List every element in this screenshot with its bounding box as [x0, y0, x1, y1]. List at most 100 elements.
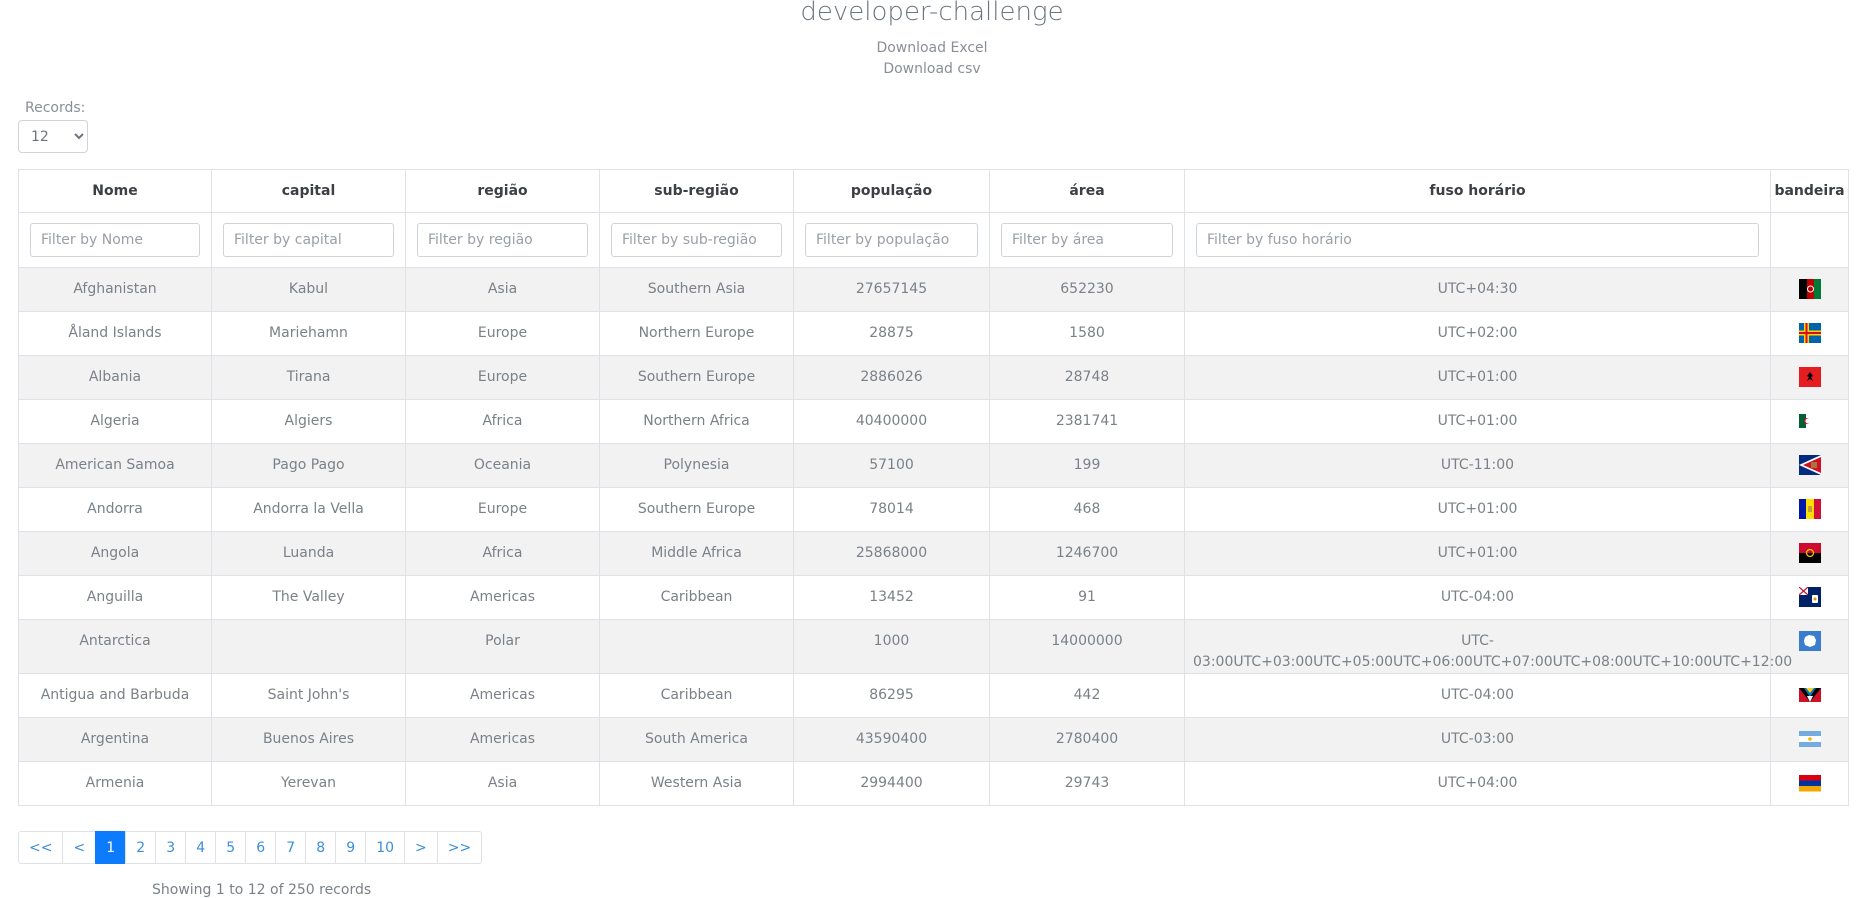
filter-nome-input[interactable] [30, 223, 200, 257]
page-button[interactable]: 2 [125, 831, 157, 864]
cell-populacao: 78014 [793, 487, 990, 532]
column-header-area[interactable]: área [989, 169, 1185, 213]
cell-fuso: UTC-04:00 [1184, 673, 1771, 718]
flag-antigua-icon [1798, 685, 1821, 705]
table-row: Afghanistan Kabul Asia Southern Asia 2765714… [18, 267, 1849, 312]
flag-anguilla-icon [1798, 586, 1821, 607]
cell-nome: Argentina [18, 717, 212, 762]
page-button[interactable]: 7 [275, 831, 307, 864]
records-select[interactable]: 12 [18, 120, 88, 153]
cell-nome: American Samoa [18, 443, 212, 488]
cell-populacao: 40400000 [793, 399, 990, 444]
cell-bandeira [1770, 761, 1849, 806]
cell-bandeira [1770, 717, 1849, 762]
page-title: developer-challenge [800, 0, 1064, 27]
table-row: Albania Tirana Europe Southern Europe 288602… [18, 355, 1849, 400]
filter-subregiao-input[interactable] [611, 223, 782, 257]
flag-andorra-icon [1798, 499, 1821, 519]
download-excel-link[interactable]: Download Excel [0, 38, 1864, 59]
cell-area: 91 [989, 575, 1185, 620]
flag-aland-icon [1798, 323, 1821, 343]
page-button[interactable]: 6 [245, 831, 277, 864]
cell-area: 468 [989, 487, 1185, 532]
cell-populacao: 86295 [793, 673, 990, 718]
cell-fuso: UTC-04:00 [1184, 575, 1771, 620]
column-header-subregiao[interactable]: sub-região [599, 169, 794, 213]
cell-area: 1246700 [989, 531, 1185, 576]
cell-capital: Tirana [211, 355, 406, 400]
cell-regiao: Americas [405, 717, 600, 762]
table-row: Angola Luanda Africa Middle Africa 25868000 1… [18, 531, 1849, 576]
table-row: Armenia Yerevan Asia Western Asia 2994400 297… [18, 761, 1849, 806]
downloads: Download Excel Download csv [0, 38, 1864, 80]
cell-nome: Algeria [18, 399, 212, 444]
filter-capital-input[interactable] [223, 223, 394, 257]
cell-fuso: UTC+01:00 [1184, 355, 1771, 400]
filter-fuso-input[interactable] [1196, 223, 1759, 257]
page-button[interactable]: 8 [305, 831, 337, 864]
cell-bandeira [1770, 575, 1849, 620]
flag-argentina-icon [1798, 729, 1821, 749]
column-header-fuso[interactable]: fuso horário [1184, 169, 1771, 213]
column-header-populacao[interactable]: população [793, 169, 990, 213]
filter-populacao-input[interactable] [805, 223, 978, 257]
page-button[interactable]: 10 [365, 831, 406, 864]
column-header-regiao[interactable]: região [405, 169, 600, 213]
cell-subregiao: Southern Asia [599, 267, 794, 312]
table-row: Argentina Buenos Aires Americas South Ameri… [18, 717, 1849, 762]
cell-fuso: UTC-03:00 [1184, 717, 1771, 762]
cell-nome: Antigua and Barbuda [18, 673, 212, 718]
cell-populacao: 43590400 [793, 717, 990, 762]
cell-regiao: Africa [405, 399, 600, 444]
page-button[interactable]: << [18, 831, 64, 864]
page-button[interactable]: < [62, 831, 97, 864]
flag-american-samoa-icon [1798, 455, 1821, 475]
cell-regiao: Americas [405, 575, 600, 620]
cell-capital: Andorra la Vella [211, 487, 406, 532]
cell-populacao: 27657145 [793, 267, 990, 312]
cell-subregiao: Caribbean [599, 575, 794, 620]
cell-populacao: 2886026 [793, 355, 990, 400]
cell-fuso: UTC-11:00 [1184, 443, 1771, 488]
cell-subregiao: Polynesia [599, 443, 794, 488]
cell-capital: Buenos Aires [211, 717, 406, 762]
filter-regiao-input[interactable] [417, 223, 588, 257]
cell-nome: Angola [18, 531, 212, 576]
cell-subregiao: South America [599, 717, 794, 762]
page-button[interactable]: 4 [185, 831, 217, 864]
page-button[interactable]: > [404, 831, 438, 864]
cell-regiao: Americas [405, 673, 600, 718]
column-header-nome[interactable]: Nome [18, 169, 212, 213]
page-button[interactable]: 9 [335, 831, 367, 864]
column-header-capital[interactable]: capital [211, 169, 406, 213]
cell-capital: Saint John's [211, 673, 406, 718]
cell-capital: Luanda [211, 531, 406, 576]
cell-fuso: UTC+04:00 [1184, 761, 1771, 806]
cell-area: 2780400 [989, 717, 1185, 762]
page-button[interactable]: 5 [215, 831, 247, 864]
cell-subregiao: Southern Europe [599, 355, 794, 400]
page-button[interactable]: 1 [95, 831, 127, 864]
cell-bandeira [1770, 267, 1849, 312]
cell-fuso: UTC+01:00 [1184, 399, 1771, 444]
flag-armenia-icon [1798, 773, 1821, 793]
filter-area-input[interactable] [1001, 223, 1173, 257]
cell-bandeira [1770, 531, 1849, 576]
cell-regiao: Oceania [405, 443, 600, 488]
cell-populacao: 28875 [793, 311, 990, 356]
records-label: Records: [25, 100, 86, 116]
page-button[interactable]: >> [436, 831, 483, 864]
flag-albania-icon [1798, 367, 1821, 387]
cell-subregiao: Caribbean [599, 673, 794, 718]
cell-subregiao: Western Asia [599, 761, 794, 806]
cell-nome: Albania [18, 355, 212, 400]
table-row: American Samoa Pago Pago Oceania Polynesia 5… [18, 443, 1849, 488]
page-button[interactable]: 3 [155, 831, 187, 864]
cell-regiao: Asia [405, 761, 600, 806]
cell-fuso: UTC+01:00 [1184, 531, 1771, 576]
download-csv-link[interactable]: Download csv [0, 59, 1864, 80]
cell-populacao: 57100 [793, 443, 990, 488]
cell-area: 2381741 [989, 399, 1185, 444]
cell-fuso: UTC-03:00UTC+03:00UTC+05:00UTC+06:00UTC+… [1184, 619, 1792, 674]
cell-fuso: UTC+02:00 [1184, 311, 1771, 356]
